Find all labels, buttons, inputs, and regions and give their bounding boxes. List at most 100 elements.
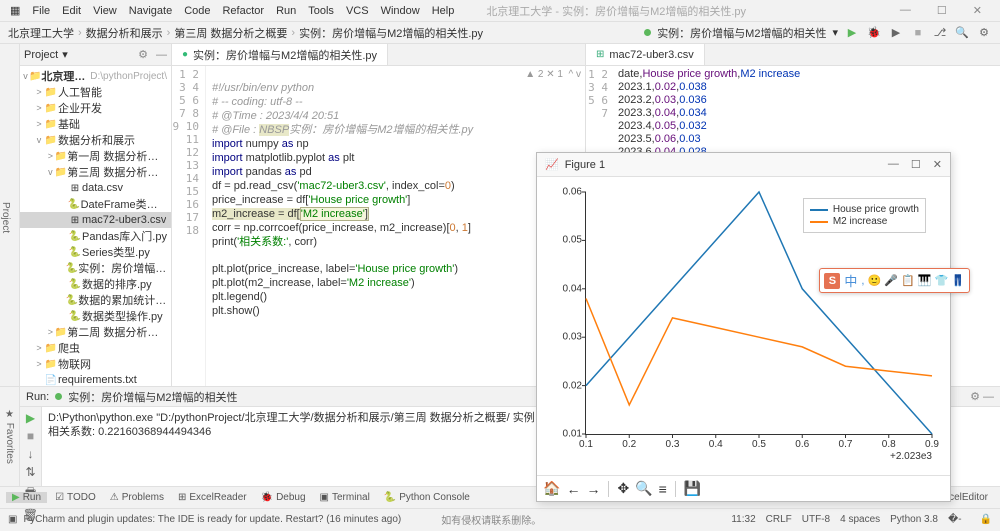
- inspection-summary[interactable]: ▲ 2 ✕ 1 ^ v: [525, 68, 581, 81]
- crumb-1[interactable]: 数据分析和展示: [86, 25, 163, 41]
- tree-node[interactable]: >📁基础: [20, 116, 171, 132]
- debug-icon[interactable]: 🐞: [866, 25, 882, 41]
- gear-icon[interactable]: ⚙ —: [970, 390, 994, 403]
- line-separator[interactable]: CRLF: [766, 514, 792, 525]
- code-editor[interactable]: ▲ 2 ✕ 1 ^ v#!/usr/bin/env python # -- co…: [206, 66, 585, 386]
- favorites-rail[interactable]: ★ Favorites: [4, 409, 15, 464]
- settings-icon[interactable]: ⚙: [976, 25, 992, 41]
- tree-node[interactable]: 🐍DateFrame类型.py: [20, 196, 171, 212]
- file-encoding[interactable]: UTF-8: [802, 514, 830, 525]
- rerun-icon[interactable]: ▶: [26, 411, 35, 425]
- crumb-0[interactable]: 北京理工大学: [8, 25, 74, 41]
- filter-icon[interactable]: ⇅: [25, 465, 35, 479]
- ime-tools[interactable]: , 🙂 🎤 📋 🎹 👕 👖: [861, 274, 965, 287]
- close-icon[interactable]: ✕: [933, 158, 942, 171]
- gutter[interactable]: 1 2 3 4 5 6 7 8 9 10 11 12 13 14 15 16 1…: [172, 66, 206, 386]
- project-tree[interactable]: v📁北京理工大学D:\pythonProject\ >📁人工智能>📁企业开发>📁…: [20, 66, 171, 386]
- chevron-down-icon[interactable]: ▾: [832, 26, 838, 39]
- stop-icon[interactable]: ■: [910, 25, 926, 41]
- ime-toolbar[interactable]: S 中 , 🙂 🎤 📋 🎹 👕 👖: [819, 268, 970, 293]
- legend: House price growth M2 increase: [803, 198, 926, 233]
- minimize-icon[interactable]: —: [894, 4, 917, 17]
- menu-help[interactable]: Help: [426, 5, 461, 17]
- tab-terminal[interactable]: ▣ Terminal: [314, 492, 376, 503]
- menu-tools[interactable]: Tools: [302, 5, 340, 17]
- menu-view[interactable]: View: [87, 5, 123, 17]
- forward-icon[interactable]: →: [586, 481, 600, 497]
- project-header: Project: [24, 49, 58, 61]
- crumb-3[interactable]: 实例：房价增幅与M2增幅的相关性.py: [299, 25, 483, 41]
- home-icon[interactable]: 🏠: [543, 480, 560, 497]
- run-config-selector[interactable]: 实例：房价增幅与M2增幅的相关性: [657, 25, 826, 41]
- tree-node[interactable]: >📁第二周 数据分析之展示: [20, 324, 171, 340]
- caret-position[interactable]: 11:32: [731, 514, 755, 525]
- tab-run[interactable]: ▶Run: [6, 492, 47, 503]
- indent-info[interactable]: 4 spaces: [840, 514, 880, 525]
- menu-refactor[interactable]: Refactor: [216, 5, 270, 17]
- python-icon: ●: [182, 49, 188, 60]
- run-label: Run:: [26, 391, 49, 403]
- run-coverage-icon[interactable]: ▶: [888, 25, 904, 41]
- configure-icon[interactable]: ≡: [659, 481, 667, 497]
- maximize-icon[interactable]: ☐: [931, 4, 953, 17]
- tree-node[interactable]: ⊞mac72-uber3.csv: [20, 212, 171, 228]
- zoom-icon[interactable]: 🔍: [635, 480, 652, 497]
- maximize-icon[interactable]: ☐: [911, 158, 921, 171]
- editor-tab[interactable]: ●实例：房价增幅与M2增幅的相关性.py: [172, 44, 388, 65]
- chevron-down-icon[interactable]: ▾: [62, 48, 68, 61]
- tree-node[interactable]: 🐍实例：房价增幅与M2增: [20, 260, 171, 276]
- editor-main: ●实例：房价增幅与M2增幅的相关性.py 1 2 3 4 5 6 7 8 9 1…: [172, 44, 585, 386]
- readonly-indicator[interactable]: �-: [948, 514, 962, 525]
- plot-area[interactable]: House price growth M2 increase +2.023e3 …: [537, 177, 950, 475]
- figure-window[interactable]: 📈 Figure 1 — ☐ ✕ House price growth M2 i…: [536, 152, 951, 502]
- status-message[interactable]: PyCharm and plugin updates: The IDE is r…: [23, 514, 401, 525]
- tree-node[interactable]: 🐍数据的排序.py: [20, 276, 171, 292]
- left-tool-rail[interactable]: Project: [0, 44, 20, 386]
- down-icon[interactable]: ↓: [28, 447, 34, 461]
- interpreter[interactable]: Python 3.8: [890, 514, 938, 525]
- menu-edit[interactable]: Edit: [56, 5, 87, 17]
- tool-window-toggle-icon[interactable]: ▣: [8, 514, 17, 525]
- gear-icon[interactable]: ⚙: [138, 48, 148, 61]
- tab-todo[interactable]: ☑ TODO: [49, 492, 102, 503]
- menu-run[interactable]: Run: [270, 5, 302, 17]
- tree-node[interactable]: 🐍Series类型.py: [20, 244, 171, 260]
- run-icon[interactable]: ▶: [844, 25, 860, 41]
- tree-node[interactable]: 🐍Pandas库入门.py: [20, 228, 171, 244]
- lock-icon[interactable]: 🔒: [980, 514, 992, 525]
- minimize-icon[interactable]: —: [888, 158, 899, 171]
- hide-icon[interactable]: —: [156, 49, 167, 61]
- tab-excelreader[interactable]: ⊞ ExcelReader: [172, 492, 253, 503]
- git-icon[interactable]: ⎇: [932, 25, 948, 41]
- menu-vcs[interactable]: VCS: [340, 5, 375, 17]
- back-icon[interactable]: ←: [566, 481, 580, 497]
- tab-debug[interactable]: 🐞 Debug: [255, 492, 312, 503]
- tree-node[interactable]: >📁第一周 数据分析之表示: [20, 148, 171, 164]
- menu-window[interactable]: Window: [375, 5, 426, 17]
- csv-tab[interactable]: ⊞mac72-uber3.csv: [586, 44, 705, 65]
- search-icon[interactable]: 🔍: [954, 25, 970, 41]
- tree-node[interactable]: >📁人工智能: [20, 84, 171, 100]
- pan-icon[interactable]: ✥: [617, 480, 629, 497]
- tree-node[interactable]: v📁数据分析和展示: [20, 132, 171, 148]
- tab-python-console[interactable]: 🐍 Python Console: [378, 492, 476, 503]
- menu-file[interactable]: File: [26, 5, 56, 17]
- tree-node[interactable]: >📁物联网: [20, 356, 171, 372]
- tree-node[interactable]: 📄requirements.txt: [20, 372, 171, 386]
- menu-code[interactable]: Code: [178, 5, 216, 17]
- tree-node[interactable]: 🐍数据的累加统计分析.py: [20, 292, 171, 308]
- tree-node[interactable]: >📁爬虫: [20, 340, 171, 356]
- menu-navigate[interactable]: Navigate: [123, 5, 178, 17]
- tab-problems[interactable]: ⚠ Problems: [104, 492, 170, 503]
- close-icon[interactable]: ✕: [967, 4, 988, 17]
- status-bar: ▣ PyCharm and plugin updates: The IDE is…: [0, 508, 1000, 529]
- ime-mode[interactable]: 中: [844, 271, 857, 290]
- tree-node[interactable]: v📁第三周 数据分析之概要: [20, 164, 171, 180]
- tree-node[interactable]: ⊞data.csv: [20, 180, 171, 196]
- tree-node[interactable]: >📁企业开发: [20, 100, 171, 116]
- crumb-2[interactable]: 第三周 数据分析之概要: [174, 25, 287, 41]
- figure-title: Figure 1: [565, 159, 605, 171]
- save-icon[interactable]: 💾: [684, 480, 701, 497]
- tree-node[interactable]: 🐍数据类型操作.py: [20, 308, 171, 324]
- stop-icon[interactable]: ■: [27, 429, 34, 443]
